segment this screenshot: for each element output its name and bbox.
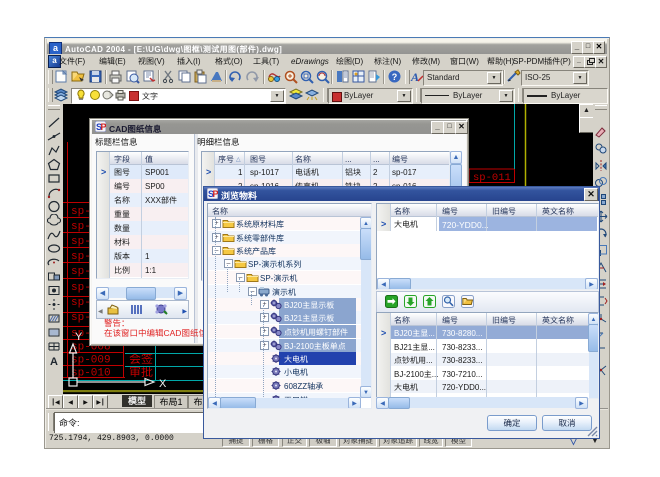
svg-text:Y: Y bbox=[75, 331, 83, 343]
svg-text:A: A bbox=[410, 70, 419, 84]
svg-text:sp-011: sp-011 bbox=[473, 172, 511, 184]
svg-text:P: P bbox=[101, 122, 107, 132]
svg-text:sp-009: sp-009 bbox=[71, 355, 111, 367]
svg-text:?: ? bbox=[392, 72, 398, 82]
svg-text:A: A bbox=[50, 356, 58, 367]
svg-text:P: P bbox=[213, 189, 219, 199]
svg-text:X: X bbox=[159, 378, 167, 390]
svg-text:审批: 审批 bbox=[129, 363, 153, 380]
